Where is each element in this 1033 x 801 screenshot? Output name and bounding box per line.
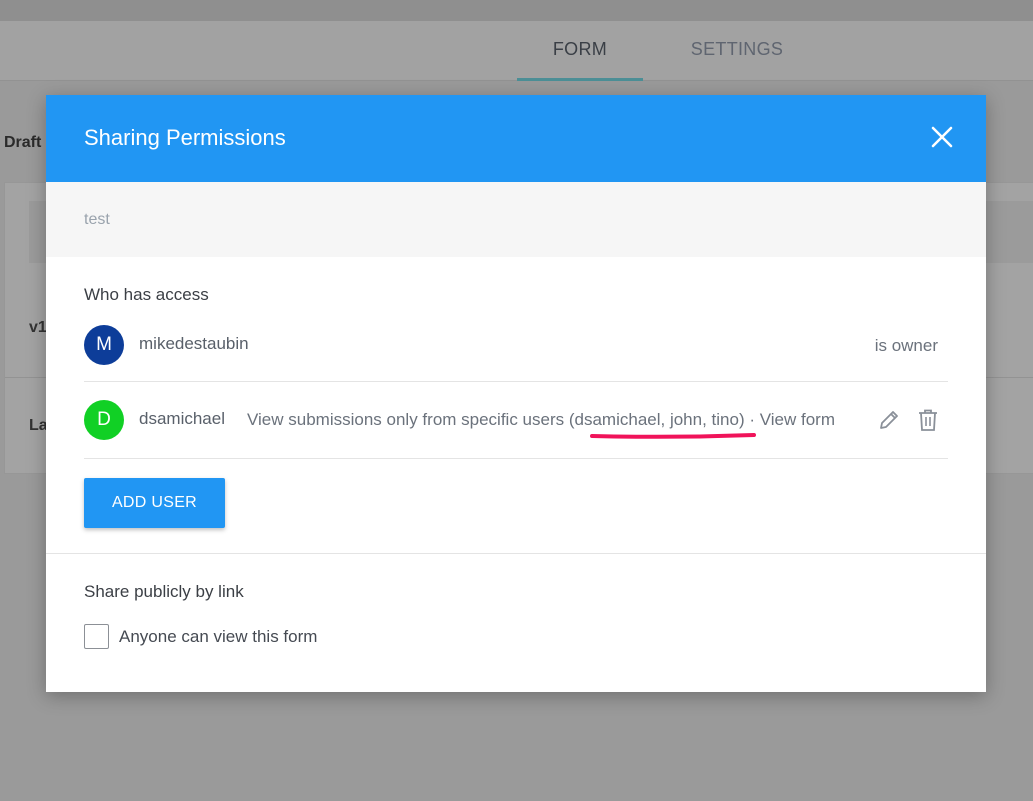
avatar: M bbox=[84, 325, 124, 365]
share-publicly-title: Share publicly by link bbox=[84, 582, 244, 601]
close-button[interactable] bbox=[928, 123, 956, 151]
tab-form[interactable]: FORM bbox=[517, 21, 643, 81]
trash-icon bbox=[919, 409, 937, 431]
user-row-shared: D dsamichael View submissions only from … bbox=[84, 382, 948, 459]
dialog-header: Sharing Permissions bbox=[46, 95, 986, 182]
permission-description: View submissions only from specific user… bbox=[247, 410, 835, 429]
dialog-title: Sharing Permissions bbox=[84, 125, 286, 150]
edit-icon bbox=[880, 411, 898, 429]
background-row-label: La bbox=[29, 417, 48, 434]
form-name-bar: test bbox=[46, 182, 986, 257]
edit-button[interactable] bbox=[877, 408, 901, 432]
user-row-owner: M mikedestaubin is owner bbox=[84, 324, 948, 382]
close-icon bbox=[931, 126, 953, 148]
section-divider bbox=[46, 553, 986, 554]
avatar: D bbox=[84, 400, 124, 440]
top-strip bbox=[0, 0, 1033, 21]
draft-label: Draft bbox=[4, 134, 42, 151]
username: mikedestaubin bbox=[139, 334, 249, 353]
who-has-access-title: Who has access bbox=[84, 285, 209, 304]
public-link-checkbox[interactable] bbox=[84, 624, 109, 649]
public-link-checkbox-label: Anyone can view this form bbox=[119, 627, 318, 646]
sharing-permissions-dialog: Sharing Permissions test Who has access … bbox=[46, 95, 986, 692]
page-header: FORM SETTINGS bbox=[0, 21, 1033, 81]
tab-settings[interactable]: SETTINGS bbox=[673, 21, 801, 81]
delete-button[interactable] bbox=[917, 408, 939, 432]
annotation-underline bbox=[590, 433, 756, 439]
form-name: test bbox=[84, 211, 110, 228]
add-user-button[interactable]: ADD USER bbox=[84, 478, 225, 528]
owner-role-label: is owner bbox=[874, 336, 938, 355]
background-row-label: v1 bbox=[29, 319, 47, 336]
username: dsamichael bbox=[139, 409, 225, 428]
